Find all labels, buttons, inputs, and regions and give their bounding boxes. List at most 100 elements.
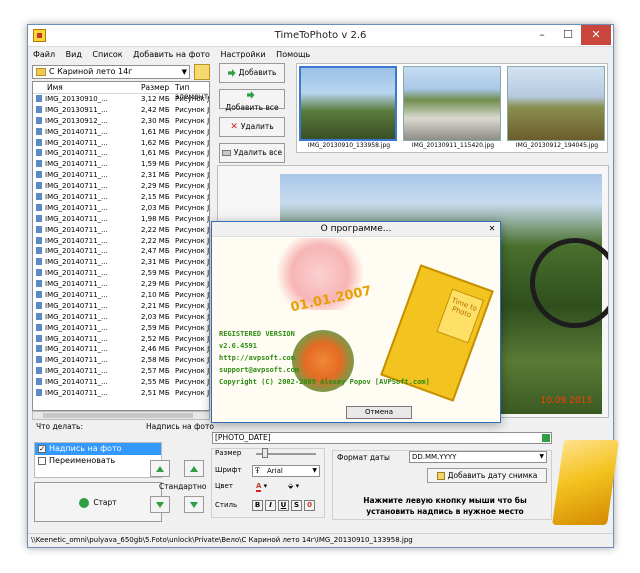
file-type: Рисунок JPEG bbox=[175, 105, 210, 114]
size-label: Размер bbox=[215, 449, 242, 457]
file-row[interactable]: IMG_20140711_... 2,31 МБ Рисунок JPEG bbox=[33, 170, 209, 181]
about-close-button[interactable]: ✕ bbox=[486, 222, 498, 235]
file-row[interactable]: IMG_20140711_... 2,57 МБ Рисунок JPEG bbox=[33, 366, 209, 377]
file-row[interactable]: IMG_20140711_... 2,15 МБ Рисунок JPEG bbox=[33, 192, 209, 203]
file-row[interactable]: IMG_20140711_... 2,22 МБ Рисунок JPEG bbox=[33, 236, 209, 247]
image-file-icon bbox=[36, 95, 42, 102]
action-checkbox[interactable]: ✓ bbox=[38, 445, 46, 453]
menu-file[interactable]: Файл bbox=[33, 47, 55, 63]
image-file-icon bbox=[36, 269, 42, 277]
thumbnail-item[interactable]: IMG_20130910_133958.jpg bbox=[299, 66, 399, 152]
underline-button[interactable]: U bbox=[278, 500, 289, 511]
file-row[interactable]: IMG_20140711_... 2,21 МБ Рисунок JPEG bbox=[33, 301, 209, 312]
scrollbar-thumb[interactable] bbox=[43, 413, 193, 418]
minimize-button[interactable]: – bbox=[529, 25, 555, 45]
file-row[interactable]: IMG_20140711_... 2,47 МБ Рисунок JPEG bbox=[33, 246, 209, 257]
support-email-link[interactable]: support@avpsoft.com bbox=[219, 366, 299, 374]
thumbnail-item[interactable]: IMG_20130911_115420.jpg bbox=[403, 66, 503, 152]
file-row[interactable]: IMG_20140711_... 2,46 МБ Рисунок JPEG bbox=[33, 344, 209, 355]
menu-list[interactable]: Список bbox=[92, 47, 122, 63]
strikeout-button[interactable]: S bbox=[291, 500, 302, 511]
maximize-button[interactable]: ☐ bbox=[555, 25, 581, 45]
file-list[interactable]: Имя Размер Тип элемента IMG_20130910_...… bbox=[32, 81, 210, 411]
menu-add-to-photo[interactable]: Добавить на фото bbox=[133, 47, 210, 63]
image-file-icon bbox=[36, 214, 42, 222]
remove-all-button[interactable]: Удалить все bbox=[219, 143, 285, 163]
close-button[interactable]: ✕ bbox=[581, 25, 611, 45]
file-row[interactable]: IMG_20140711_... 2,22 МБ Рисунок JPEG bbox=[33, 225, 209, 236]
file-row[interactable]: IMG_20140711_... 1,59 МБ Рисунок JPEG bbox=[33, 159, 209, 170]
start-button[interactable]: Старт bbox=[34, 482, 162, 522]
italic-button[interactable]: I bbox=[265, 500, 276, 511]
file-size: 2,10 МБ bbox=[141, 291, 170, 300]
file-row[interactable]: IMG_20140711_... 2,55 МБ Рисунок JPEG bbox=[33, 377, 209, 388]
browse-folder-button[interactable] bbox=[194, 64, 210, 80]
apply-arrow-icon[interactable] bbox=[542, 434, 550, 442]
file-row[interactable]: IMG_20140711_... 2,29 МБ Рисунок JPEG bbox=[33, 279, 209, 290]
size-slider-thumb[interactable] bbox=[262, 448, 268, 458]
status-bar: \\Keenetic_omni\pulyava_650gb\5.Foto\unl… bbox=[28, 533, 613, 547]
file-name: IMG_20140711_... bbox=[45, 367, 108, 376]
action-checkbox[interactable] bbox=[38, 457, 46, 465]
no-style-button[interactable]: 0 bbox=[304, 500, 315, 511]
fill-color-button[interactable]: ⬙ ▾ bbox=[288, 480, 316, 492]
file-row[interactable]: IMG_20140711_... 2,10 МБ Рисунок JPEG bbox=[33, 290, 209, 301]
file-size: 2,58 МБ bbox=[141, 356, 170, 365]
menu-help[interactable]: Помощь bbox=[276, 47, 310, 63]
website-link[interactable]: http://avpsoft.com bbox=[219, 354, 295, 362]
file-row[interactable]: IMG_20140711_... 2,59 МБ Рисунок JPEG bbox=[33, 323, 209, 334]
action-caption-on-photo[interactable]: ✓ Надпись на фото bbox=[35, 443, 161, 455]
move-up-right-button[interactable] bbox=[184, 460, 204, 477]
remove-button[interactable]: ✕ Удалить bbox=[219, 117, 285, 137]
file-row[interactable]: IMG_20130912_... 2,30 МБ Рисунок JPEG bbox=[33, 116, 209, 127]
about-cancel-button[interactable]: Отмена bbox=[346, 406, 412, 419]
move-up-left-button[interactable] bbox=[150, 460, 170, 477]
thumbnail-item[interactable]: IMG_20130912_194045.jpg bbox=[507, 66, 607, 152]
file-type: Рисунок JPEG bbox=[175, 95, 210, 103]
caption-input[interactable]: [PHOTO_DATE] bbox=[212, 432, 552, 444]
file-row[interactable]: IMG_20140711_... 2,03 МБ Рисунок JPEG bbox=[33, 203, 209, 214]
file-name: IMG_20140711_... bbox=[45, 389, 108, 398]
file-type: Рисунок JPEG bbox=[175, 291, 210, 300]
file-type: Рисунок JPEG bbox=[175, 280, 210, 289]
move-down-right-button[interactable] bbox=[184, 496, 204, 513]
image-file-icon bbox=[36, 312, 42, 320]
photo-date-stamp[interactable]: 10.09.2013 bbox=[540, 396, 592, 406]
thumbnail-image[interactable] bbox=[403, 66, 501, 141]
file-row[interactable]: IMG_20130910_... 3,12 МБ Рисунок JPEG bbox=[33, 94, 209, 105]
thumbnail-image[interactable] bbox=[299, 66, 397, 141]
add-date-button[interactable]: Добавить дату снимка bbox=[427, 468, 547, 483]
font-select[interactable]: Ŧ Arial ▼ bbox=[252, 465, 320, 477]
file-row[interactable]: IMG_20140711_... 2,51 МБ Рисунок JPEG bbox=[33, 388, 209, 399]
file-row[interactable]: IMG_20140711_... 1,98 МБ Рисунок JPEG bbox=[33, 214, 209, 225]
text-color-button[interactable]: A ▾ bbox=[256, 480, 284, 492]
date-format-select[interactable]: DD.MM.YYYY ▼ bbox=[409, 451, 547, 463]
column-size[interactable]: Размер bbox=[141, 83, 169, 92]
file-row[interactable]: IMG_20140711_... 2,29 МБ Рисунок JPEG bbox=[33, 181, 209, 192]
size-slider[interactable] bbox=[256, 448, 316, 458]
file-row[interactable]: IMG_20140711_... 2,03 МБ Рисунок JPEG bbox=[33, 312, 209, 323]
add-all-button[interactable]: Добавить все bbox=[219, 89, 285, 112]
file-row[interactable]: IMG_20140711_... 1,61 МБ Рисунок JPEG bbox=[33, 127, 209, 138]
column-name[interactable]: Имя bbox=[47, 83, 63, 92]
menu-settings[interactable]: Настройки bbox=[220, 47, 265, 63]
action-rename[interactable]: Переименовать bbox=[35, 455, 161, 467]
add-button[interactable]: Добавить bbox=[219, 63, 285, 83]
file-list-scrollbar[interactable] bbox=[32, 411, 210, 420]
image-file-icon bbox=[36, 389, 42, 397]
menu-view[interactable]: Вид bbox=[66, 47, 82, 63]
file-row[interactable]: IMG_20140711_... 2,58 МБ Рисунок JPEG bbox=[33, 355, 209, 366]
file-row[interactable]: IMG_20140711_... 2,31 МБ Рисунок JPEG bbox=[33, 257, 209, 268]
file-size: 2,31 МБ bbox=[141, 258, 170, 267]
file-row[interactable]: IMG_20140711_... 2,52 МБ Рисунок JPEG bbox=[33, 334, 209, 345]
file-row[interactable]: IMG_20130911_... 2,42 МБ Рисунок JPEG bbox=[33, 105, 209, 116]
thumbnail-image[interactable] bbox=[507, 66, 605, 141]
file-row[interactable]: IMG_20140711_... 2,59 МБ Рисунок JPEG bbox=[33, 268, 209, 279]
file-row[interactable]: IMG_20140711_... 1,62 МБ Рисунок JPEG bbox=[33, 138, 209, 149]
file-row[interactable]: IMG_20140711_... 1,61 МБ Рисунок JPEG bbox=[33, 148, 209, 159]
file-size: 1,98 МБ bbox=[141, 214, 170, 223]
folder-select[interactable]: С Кариной лето 14г ▼ bbox=[32, 65, 190, 79]
move-down-left-button[interactable] bbox=[150, 496, 170, 513]
file-size: 1,62 МБ bbox=[141, 138, 170, 147]
bold-button[interactable]: B bbox=[252, 500, 263, 511]
